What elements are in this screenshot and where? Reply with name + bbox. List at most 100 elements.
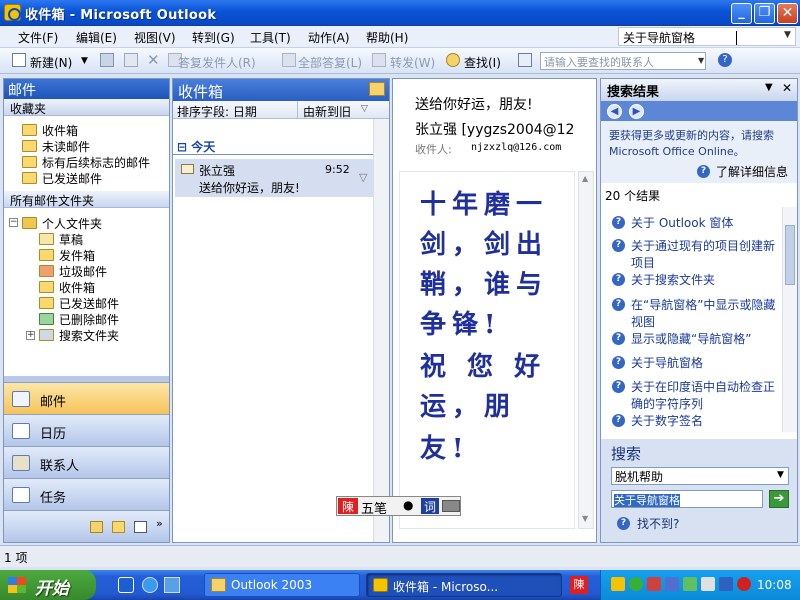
reading-from[interactable]: 张立强 [yygzs2004@12 — [415, 119, 593, 139]
notes-icon[interactable] — [90, 521, 103, 533]
search-scope-select[interactable]: 脱机帮助 — [611, 467, 789, 485]
reading-to[interactable]: njzxzlq@126.com — [471, 142, 561, 153]
close-icon[interactable]: ✕ — [782, 81, 792, 95]
network-icon[interactable] — [629, 577, 643, 591]
address-book-icon[interactable] — [518, 53, 532, 67]
chevron-down-icon[interactable]: ▼ — [698, 56, 704, 65]
reading-scrollbar[interactable]: ▲ ▼ — [578, 171, 594, 529]
ime-punct-icon[interactable]: ● — [403, 498, 413, 512]
expand-toggle[interactable]: + — [26, 331, 35, 340]
scroll-up-icon[interactable]: ▲ — [582, 174, 588, 183]
personal-folders[interactable]: 个人文件夹 — [42, 215, 102, 232]
ime-logo[interactable]: 陳 — [338, 498, 358, 514]
flash-icon[interactable] — [737, 577, 751, 591]
menu-actions[interactable]: 动作(A) — [308, 29, 350, 46]
nav-button-calendar[interactable]: 日历 — [4, 414, 169, 446]
search-go-button[interactable]: ➔ — [769, 490, 789, 508]
display-icon[interactable] — [719, 577, 733, 591]
search-input[interactable]: 关于导航窗格 — [611, 490, 763, 508]
chevron-down-icon[interactable]: ▼ — [81, 56, 88, 66]
move-to-folder-icon[interactable] — [124, 53, 138, 67]
sort-field[interactable]: 排序字段: 日期 — [177, 103, 257, 120]
contact-search-input[interactable]: 请输入要查找的联系人 — [540, 52, 706, 70]
nav-button-tasks[interactable]: 任务 — [4, 478, 169, 510]
ime-mode[interactable]: 五笔 — [361, 498, 387, 517]
scroll-down-icon[interactable]: ▼ — [582, 514, 588, 523]
menu-go[interactable]: 转到(G) — [192, 29, 235, 46]
outlook-express-icon[interactable] — [164, 577, 180, 593]
chevron-down-icon[interactable]: ▼ — [784, 30, 791, 40]
folder-deleted[interactable]: 已删除邮件 — [59, 311, 119, 328]
result-item[interactable]: 在“导航窗格”中显示或隐藏视图 — [631, 296, 781, 330]
start-button[interactable]: 开始 — [0, 570, 96, 600]
collapse-icon[interactable]: ⊟ — [177, 140, 191, 154]
chevron-down-icon[interactable]: ▽ — [361, 104, 368, 114]
speaker-icon[interactable] — [701, 577, 715, 591]
menu-tools[interactable]: 工具(T) — [250, 29, 291, 46]
antivirus-icon[interactable] — [647, 577, 661, 591]
flag-icon[interactable]: ▽ — [359, 171, 367, 184]
menu-file[interactable]: 文件(F) — [18, 29, 58, 46]
result-item[interactable]: 关于 Outlook 窗体 — [631, 214, 733, 231]
folder-junk[interactable]: 垃圾邮件 — [59, 263, 107, 280]
collapse-toggle[interactable]: − — [9, 218, 18, 227]
reply-all-button[interactable]: 全部答复(L) — [298, 54, 362, 71]
reply-button[interactable]: 答复发件人(R) — [178, 54, 256, 71]
find-button[interactable]: 查找(I) — [464, 54, 501, 71]
folder-sent[interactable]: 已发送邮件 — [59, 295, 119, 312]
message-row[interactable]: 张立强 9:52 ▽ 送给你好运，朋友! — [175, 159, 375, 197]
taskbar-outlook-2003[interactable]: Outlook 2003 — [204, 573, 360, 597]
new-button[interactable]: 新建(N) — [30, 54, 72, 71]
shortcuts-icon[interactable] — [134, 521, 147, 533]
menu-view[interactable]: 视图(V) — [134, 29, 176, 46]
results-scrollbar[interactable] — [782, 207, 797, 432]
ime-toolbar[interactable]: 陳 五笔 ● 词 — [336, 496, 461, 517]
configure-buttons-icon[interactable]: » — [156, 517, 163, 530]
title-bar[interactable]: 收件箱 - Microsoft Outlook _ ❐ ✕ — [0, 0, 800, 26]
folder-list-icon[interactable] — [112, 521, 125, 533]
forward-icon[interactable]: ▶ — [629, 104, 644, 119]
result-item[interactable]: 关于数字签名 — [631, 412, 703, 429]
delete-icon[interactable]: ✕ — [147, 51, 160, 69]
folder-outbox[interactable]: 发件箱 — [59, 247, 95, 264]
not-found-link[interactable]: 找不到? — [637, 515, 679, 532]
ime-word[interactable]: 词 — [421, 498, 439, 514]
folder-inbox[interactable]: 收件箱 — [59, 279, 95, 296]
favorite-unread[interactable]: 未读邮件 — [42, 138, 90, 155]
update-icon[interactable] — [683, 577, 697, 591]
nav-button-contacts[interactable]: 联系人 — [4, 446, 169, 478]
folder-drafts[interactable]: 草稿 — [59, 231, 83, 248]
messenger-icon[interactable] — [665, 577, 679, 591]
result-item[interactable]: 显示或隐藏“导航窗格” — [631, 330, 751, 347]
favorite-flagged[interactable]: 标有后续标志的邮件 — [42, 154, 150, 171]
scroll-thumb[interactable] — [785, 225, 795, 285]
message-list-scrollbar[interactable] — [373, 119, 389, 542]
ie-icon[interactable] — [142, 577, 158, 593]
show-desktop-icon[interactable] — [118, 577, 134, 593]
sort-order[interactable]: 由新到旧 — [303, 103, 351, 120]
keyboard-icon[interactable] — [442, 500, 460, 512]
taskbar-inbox[interactable]: 收件箱 - Microso... — [366, 573, 562, 597]
outlook-tray-icon[interactable] — [611, 577, 625, 591]
print-icon[interactable] — [100, 53, 114, 67]
ime-indicator[interactable]: 陳 — [570, 576, 588, 594]
back-icon[interactable]: ◀ — [607, 104, 622, 119]
chevron-down-icon[interactable]: ▼ — [777, 470, 784, 480]
folder-search[interactable]: 搜索文件夹 — [59, 327, 119, 344]
menu-edit[interactable]: 编辑(E) — [76, 29, 117, 46]
learn-more-link[interactable]: 了解详细信息 — [716, 163, 788, 180]
favorites-header[interactable]: 收藏夹 — [4, 99, 169, 116]
group-today[interactable]: ⊟ 今天 — [173, 137, 373, 155]
forward-button[interactable]: 转发(W) — [390, 54, 435, 71]
clock[interactable]: 10:08 — [757, 578, 792, 592]
all-folders-header[interactable]: 所有邮件文件夹 — [4, 191, 169, 208]
help-question-box[interactable]: 关于导航窗格 — [618, 27, 796, 46]
close-button[interactable]: ✕ — [777, 3, 798, 24]
favorite-sent[interactable]: 已发送邮件 — [42, 170, 102, 187]
result-item[interactable]: 关于在印度语中自动检查正确的字符序列 — [631, 378, 781, 412]
help-icon[interactable]: ? — [718, 53, 732, 67]
chevron-down-icon[interactable]: ▼ — [765, 82, 773, 93]
favorite-inbox[interactable]: 收件箱 — [42, 122, 78, 139]
minimize-button[interactable]: _ — [731, 3, 752, 24]
result-item[interactable]: 关于通过现有的项目创建新项目 — [631, 237, 781, 271]
